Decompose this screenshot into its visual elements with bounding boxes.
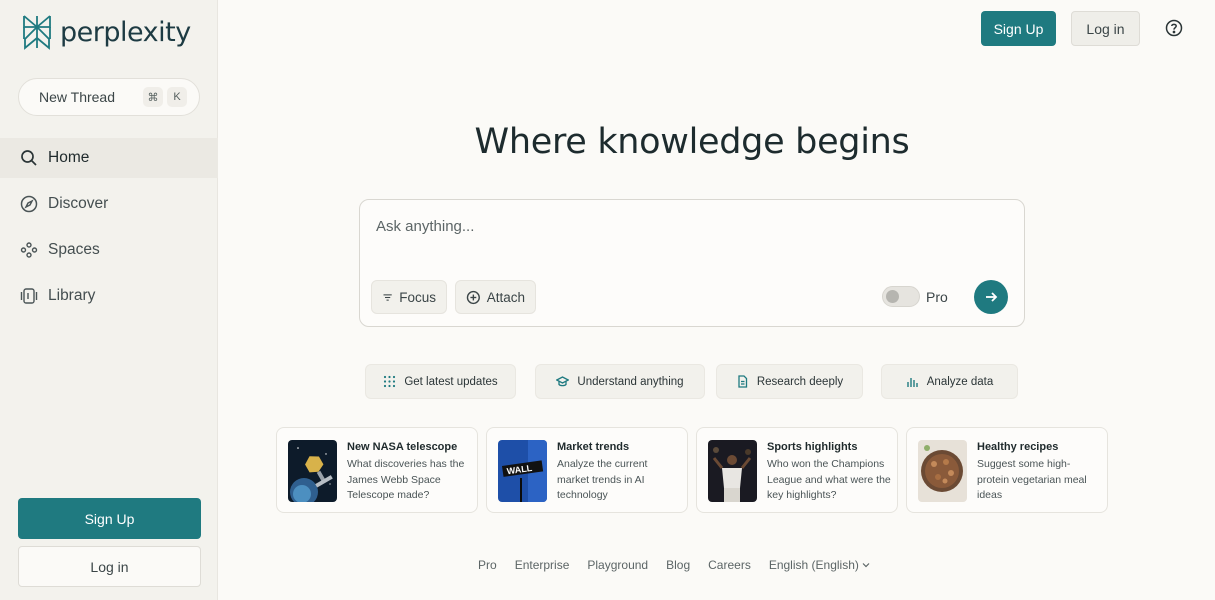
bar-chart-icon — [907, 378, 918, 387]
sidebar-item-label: Home — [48, 149, 90, 166]
header-login-button[interactable]: Log in — [1071, 11, 1140, 46]
footer-link-playground[interactable]: Playground — [587, 558, 648, 572]
sidebar-nav: Home Discover Spaces Library — [0, 138, 218, 322]
graduation-cap-icon — [556, 376, 570, 387]
chip-label: Get latest updates — [404, 375, 498, 388]
chevron-down-icon — [862, 563, 870, 568]
chip-understand-anything[interactable]: Understand anything — [535, 364, 705, 399]
compass-icon — [20, 195, 38, 213]
attach-button[interactable]: Attach — [455, 280, 536, 314]
card-description: What discoveries has the James Webb Spac… — [347, 458, 465, 501]
recipe-thumbnail — [918, 440, 967, 502]
sidebar-signup-button[interactable]: Sign Up — [18, 498, 201, 539]
card-nasa-telescope[interactable]: New NASA telescope What discoveries has … — [276, 427, 478, 513]
sidebar-item-discover[interactable]: Discover — [0, 184, 218, 224]
submit-button[interactable] — [974, 280, 1008, 314]
wall-street-thumbnail: WALL — [498, 440, 547, 502]
card-title: Market trends — [557, 441, 630, 453]
telescope-thumbnail — [288, 440, 337, 502]
sidebar-item-library[interactable]: Library — [0, 276, 218, 316]
chip-get-latest-updates[interactable]: Get latest updates — [365, 364, 516, 399]
logo-text: perplexity — [60, 16, 191, 48]
command-key: ⌘ — [143, 87, 163, 107]
filter-icon — [383, 293, 392, 301]
pro-toggle[interactable] — [882, 286, 920, 307]
plus-circle-icon — [466, 290, 480, 304]
pro-label: Pro — [926, 289, 948, 305]
sidebar: perplexity New Thread ⌘ K Home Discover … — [0, 0, 218, 600]
card-description: Suggest some high-protein vegetarian mea… — [977, 458, 1087, 501]
footer-links: Pro Enterprise Playground Blog Careers E… — [478, 558, 870, 572]
focus-label: Focus — [399, 289, 436, 305]
chip-research-deeply[interactable]: Research deeply — [716, 364, 863, 399]
chip-label: Analyze data — [926, 375, 994, 388]
card-healthy-recipes[interactable]: Healthy recipes Suggest some high-protei… — [906, 427, 1108, 513]
chip-analyze-data[interactable]: Analyze data — [881, 364, 1018, 399]
chip-label: Understand anything — [577, 375, 684, 388]
k-key: K — [167, 87, 187, 107]
help-icon[interactable] — [1165, 19, 1183, 37]
attach-label: Attach — [486, 289, 525, 305]
perplexity-logo-icon — [23, 15, 51, 50]
new-thread-button[interactable]: New Thread ⌘ K — [18, 78, 200, 116]
page-title: Where knowledge begins — [474, 122, 910, 162]
card-title: New NASA telescope — [347, 441, 458, 453]
library-icon — [20, 288, 38, 304]
footer-link-blog[interactable]: Blog — [666, 558, 690, 572]
grid-icon — [384, 375, 396, 388]
arrow-right-icon — [986, 292, 998, 302]
card-title: Sports highlights — [767, 441, 858, 453]
focus-button[interactable]: Focus — [371, 280, 447, 314]
card-description: Analyze the current market trends in AI … — [557, 458, 648, 501]
search-box: Focus Attach Pro — [359, 199, 1025, 327]
sports-thumbnail — [708, 440, 757, 502]
sidebar-item-home[interactable]: Home — [0, 138, 218, 178]
header-signup-button[interactable]: Sign Up — [981, 11, 1056, 46]
document-icon — [738, 375, 747, 388]
perplexity-logo[interactable]: perplexity — [22, 14, 191, 50]
card-title: Healthy recipes — [977, 441, 1059, 453]
sidebar-item-label: Spaces — [48, 241, 100, 258]
search-icon — [21, 150, 37, 166]
card-sports-highlights[interactable]: Sports highlights Who won the Champions … — [696, 427, 898, 513]
sidebar-item-spaces[interactable]: Spaces — [0, 230, 218, 270]
search-input[interactable] — [376, 214, 996, 238]
language-label: English (English) — [768, 558, 859, 572]
new-thread-label: New Thread — [39, 89, 116, 105]
sidebar-item-label: Discover — [48, 195, 109, 212]
footer-link-enterprise[interactable]: Enterprise — [515, 558, 570, 572]
language-selector[interactable]: English (English) — [769, 558, 870, 572]
card-market-trends[interactable]: WALL Market trends Analyze the current m… — [486, 427, 688, 513]
footer-link-careers[interactable]: Careers — [708, 558, 751, 572]
chip-label: Research deeply — [756, 375, 844, 388]
sidebar-item-label: Library — [48, 287, 96, 304]
card-description: Who won the Champions League and what we… — [767, 458, 891, 501]
footer-link-pro[interactable]: Pro — [478, 558, 497, 572]
keyboard-shortcut: ⌘ K — [143, 87, 187, 107]
sidebar-login-button[interactable]: Log in — [18, 546, 201, 587]
spaces-icon — [20, 242, 38, 258]
